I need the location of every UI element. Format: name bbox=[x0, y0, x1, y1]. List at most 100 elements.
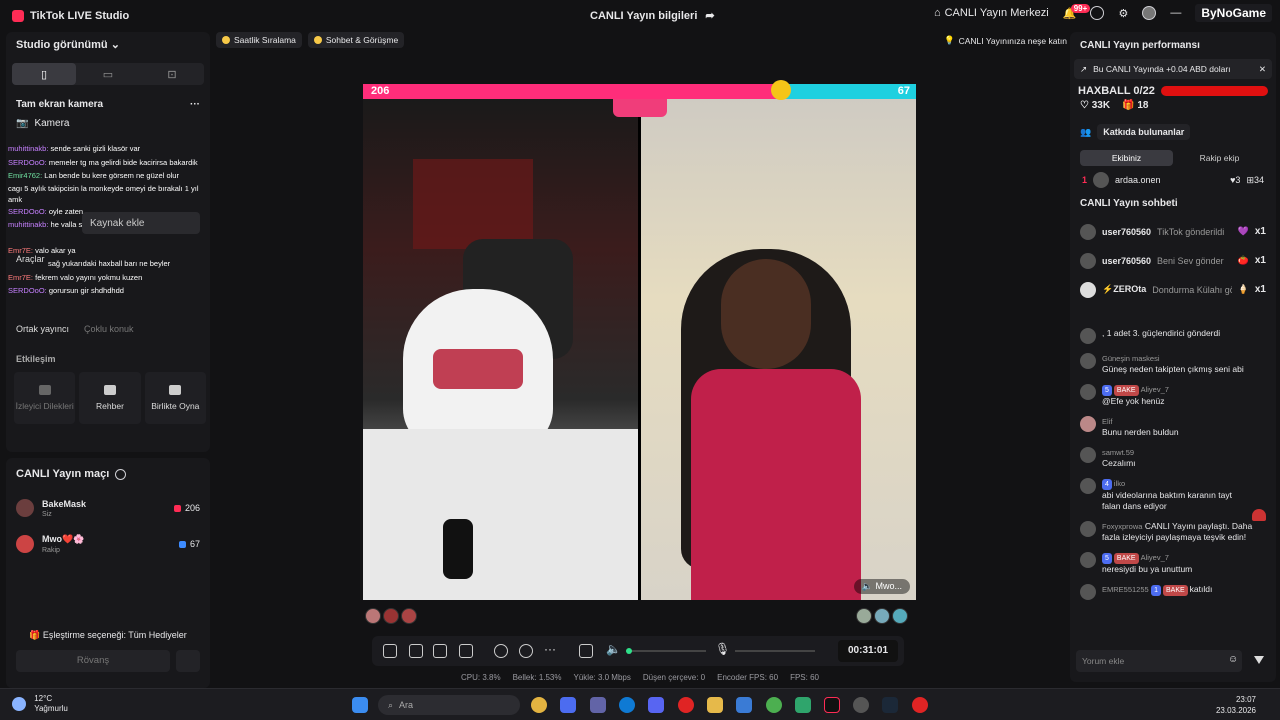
avatar[interactable] bbox=[874, 608, 890, 624]
close-icon[interactable]: ✕ bbox=[1259, 64, 1266, 75]
studio-view-dropdown[interactable]: Studio görünümü ⌄ bbox=[6, 32, 210, 57]
avatar[interactable] bbox=[892, 608, 908, 624]
opera-icon[interactable] bbox=[678, 697, 694, 713]
live-center-label: CANLI Yayın Merkezi bbox=[944, 7, 1049, 19]
multi-guest-button[interactable]: Çoklu konuk bbox=[84, 324, 134, 334]
guide-tile[interactable]: Rehber bbox=[79, 372, 141, 424]
camera-source[interactable]: 📷 Kamera bbox=[6, 110, 210, 137]
avatar[interactable] bbox=[365, 608, 381, 624]
live-info-button[interactable]: CANLI Yayın bilgileri ➦ bbox=[590, 9, 715, 23]
background-banner bbox=[413, 159, 533, 249]
play-together-tile[interactable]: Birlikte Oyna bbox=[144, 372, 206, 424]
volume-knob[interactable] bbox=[626, 648, 632, 654]
screen-icon[interactable] bbox=[409, 644, 423, 658]
tab-portrait[interactable]: ▯ bbox=[12, 63, 76, 85]
chat-message: Foxyxprowa CANLI Yayını paylaştı. Daha f… bbox=[1070, 521, 1276, 543]
avatar[interactable] bbox=[401, 608, 417, 624]
chat-meet-button[interactable]: Sohbet & Görüşme bbox=[307, 32, 405, 48]
co-host-button[interactable]: Ortak yayıncı bbox=[16, 324, 69, 334]
player-row: Mwo❤️🌸 Rakip 67 bbox=[6, 526, 210, 562]
notifications-button[interactable]: 🔔 99+ bbox=[1063, 3, 1091, 20]
brand-watermark: ByNoGame bbox=[1195, 4, 1272, 22]
more-icon[interactable]: ··· bbox=[190, 99, 200, 110]
system-clock[interactable]: 23:07 23.03.2026 bbox=[1216, 694, 1256, 716]
folder-icon[interactable] bbox=[707, 697, 723, 713]
contributors-button[interactable]: Katkıda bulunanlar bbox=[1097, 124, 1191, 140]
record-icon[interactable] bbox=[494, 644, 508, 658]
tab-opponent-team[interactable]: Rakip ekip bbox=[1173, 150, 1266, 166]
player-row: BakeMask Siz 206 bbox=[6, 490, 210, 526]
speaker-icon[interactable]: 🔈 bbox=[606, 642, 621, 656]
volume-slider[interactable] bbox=[626, 648, 706, 654]
chat-icon bbox=[313, 36, 322, 44]
earnings-text: Bu CANLI Yayında +0.04 ABD doları bbox=[1093, 64, 1231, 74]
app-icon[interactable] bbox=[853, 697, 869, 713]
rematch-button[interactable]: Rövanş bbox=[16, 650, 170, 672]
viewer-wishes-tile[interactable]: İzleyici Dilekleri bbox=[14, 372, 76, 424]
tab-your-team[interactable]: Ekibiniz bbox=[1080, 150, 1173, 166]
leaderboard-row[interactable]: 1 ardaa.onen ♥3 ⊞34 bbox=[1070, 166, 1276, 194]
avatar[interactable] bbox=[383, 608, 399, 624]
chrome-icon[interactable] bbox=[531, 697, 547, 713]
send-icon[interactable] bbox=[1254, 656, 1264, 664]
app-icon[interactable] bbox=[560, 697, 576, 713]
haxball-label: HAXBALL 0/22 bbox=[1078, 85, 1155, 97]
emoji-icon[interactable]: ☺ bbox=[1228, 654, 1238, 665]
teams-icon[interactable] bbox=[590, 697, 606, 713]
settings-sliders-icon[interactable] bbox=[579, 644, 593, 658]
list-item: SERDOoO: memeler tg ma gelirdi bide kaci… bbox=[8, 157, 198, 167]
tab-landscape[interactable]: ▭ bbox=[76, 63, 140, 85]
more-icon[interactable]: ··· bbox=[544, 642, 556, 656]
windows-start-icon[interactable] bbox=[352, 697, 368, 713]
fire-icon bbox=[222, 36, 230, 44]
add-source-button[interactable]: Kaynak ekle bbox=[82, 212, 200, 234]
comment-input[interactable]: Yorum ekle bbox=[1076, 650, 1242, 672]
team-color-icon bbox=[173, 504, 181, 512]
cpu-stat: CPU: 3.8% bbox=[461, 673, 501, 682]
gift-icon: 🍦 bbox=[1237, 284, 1249, 294]
earnings-banner: ↗ Bu CANLI Yayında +0.04 ABD doları ✕ bbox=[1074, 59, 1272, 79]
chrome-active-icon[interactable] bbox=[766, 697, 782, 713]
ai-icon[interactable] bbox=[433, 644, 447, 658]
rank-hearts: ♥3 bbox=[1230, 175, 1241, 185]
youtube-icon[interactable] bbox=[912, 697, 928, 713]
discord-icon[interactable] bbox=[648, 697, 664, 713]
scene-dropdown[interactable]: Tam ekran kamera bbox=[16, 99, 103, 110]
tip-banner[interactable]: 💡 CANLI Yayınınıza neşe katın bbox=[944, 35, 1067, 46]
effects-icon[interactable] bbox=[383, 644, 397, 658]
title-bar: TikTok LIVE Studio CANLI Yayın bilgileri… bbox=[0, 0, 1280, 32]
edge-icon[interactable] bbox=[619, 697, 635, 713]
gift-row: user760560 Beni Sev gönder 🍅 x1 bbox=[1070, 246, 1276, 275]
taskbar-search[interactable]: ⌕ Ara bbox=[378, 695, 520, 715]
memory-stat: Bellek: 1.53% bbox=[512, 673, 562, 682]
exit-match-button[interactable] bbox=[176, 650, 200, 672]
matching-option[interactable]: 🎁 Eşleştirme seçeneği: Tüm Hediyeler bbox=[6, 630, 210, 641]
mic-slider[interactable] bbox=[735, 650, 815, 652]
app-icon[interactable] bbox=[795, 697, 811, 713]
add-scene-icon[interactable] bbox=[459, 644, 473, 658]
team-color-icon bbox=[178, 540, 186, 548]
rank-gifts: ⊞34 bbox=[1246, 174, 1264, 185]
search-icon: ⌕ bbox=[388, 699, 394, 710]
pause-icon[interactable] bbox=[519, 644, 533, 658]
live-preview: 🔈 Mwo... 206 67 bbox=[363, 80, 916, 600]
weather-widget[interactable]: 12°C Yağmurlu bbox=[12, 694, 68, 714]
avatar[interactable] bbox=[856, 608, 872, 624]
gear-icon[interactable]: ⚙ bbox=[1118, 7, 1128, 20]
tab-other[interactable]: ⊡ bbox=[140, 63, 204, 85]
gift-row: ⚡ZEROta Dondurma Külahı gö 🍦 x1 bbox=[1070, 275, 1276, 304]
help-icon[interactable] bbox=[115, 468, 127, 480]
trend-up-icon: ↗ bbox=[1080, 63, 1088, 74]
hourly-ranking-button[interactable]: Saatlik Sıralama bbox=[216, 32, 302, 48]
steam-icon[interactable] bbox=[882, 697, 898, 713]
avatar[interactable] bbox=[1142, 6, 1157, 20]
app-window: TikTok LIVE Studio CANLI Yayın bilgileri… bbox=[0, 0, 1280, 688]
mail-icon[interactable] bbox=[736, 697, 752, 713]
microphone-icon[interactable]: 🎙 bbox=[715, 642, 730, 656]
opponent-name-chip[interactable]: 🔈 Mwo... bbox=[853, 579, 910, 594]
live-center-button[interactable]: ⌂ CANLI Yayın Merkezi bbox=[934, 7, 1049, 19]
help-icon[interactable] bbox=[1090, 6, 1105, 20]
tiktok-icon[interactable] bbox=[824, 697, 840, 713]
minimize-icon[interactable]: — bbox=[1170, 7, 1181, 19]
list-item: cagı 5 aylık takipcisin la monkeyde omey… bbox=[8, 183, 199, 204]
